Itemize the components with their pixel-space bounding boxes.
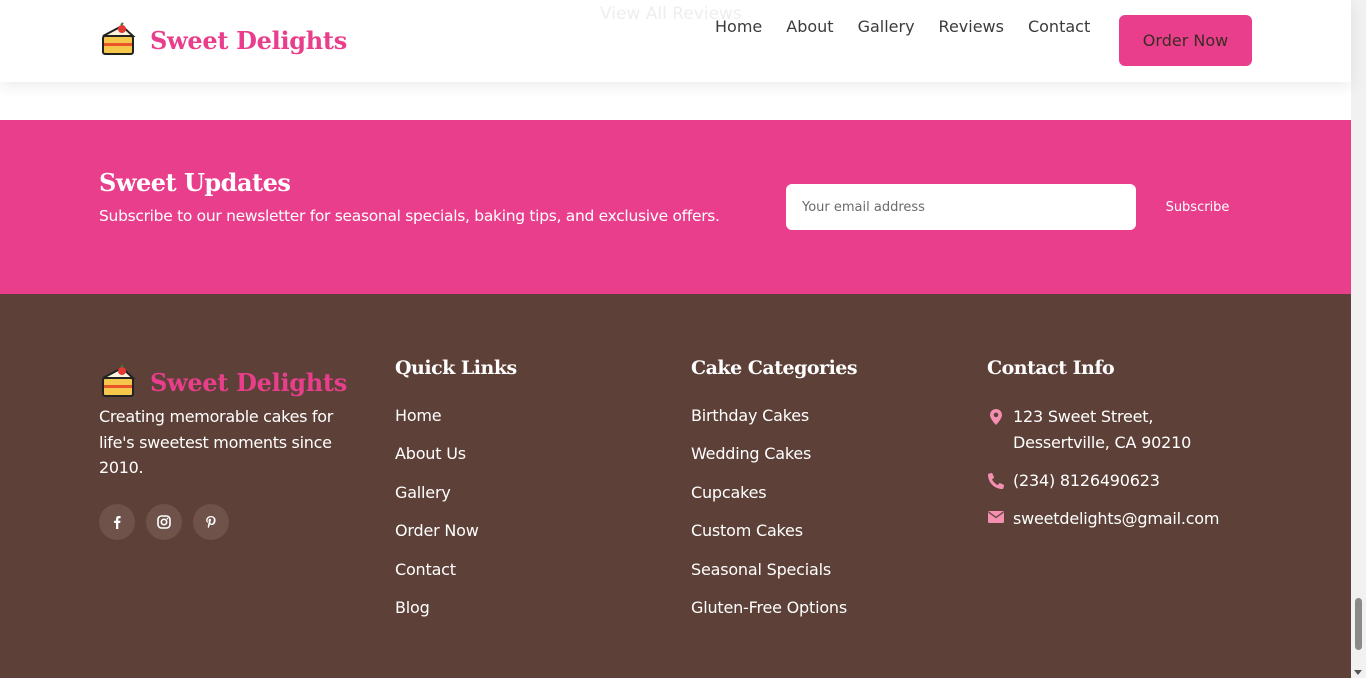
quick-link-contact[interactable]: Contact bbox=[395, 560, 479, 598]
quick-link-blog[interactable]: Blog bbox=[395, 598, 479, 636]
site-header: View All Reviews Sweet Delights Home Abo… bbox=[0, 0, 1351, 82]
quick-link-order[interactable]: Order Now bbox=[395, 521, 479, 559]
page-scrollbar[interactable] bbox=[1351, 0, 1366, 678]
quick-link-home[interactable]: Home bbox=[395, 406, 479, 444]
facebook-icon bbox=[114, 516, 121, 529]
subscribe-button[interactable]: Subscribe bbox=[1150, 184, 1245, 230]
category-cupcakes[interactable]: Cupcakes bbox=[691, 483, 847, 521]
map-pin-icon bbox=[987, 404, 1005, 425]
instagram-link[interactable] bbox=[146, 504, 182, 540]
email-input[interactable] bbox=[786, 184, 1136, 230]
category-birthday[interactable]: Birthday Cakes bbox=[691, 406, 847, 444]
cake-logo-icon bbox=[102, 22, 136, 55]
nav-contact[interactable]: Contact bbox=[1028, 17, 1090, 36]
contact-email: sweetdelights@gmail.com bbox=[987, 506, 1219, 532]
facebook-link[interactable] bbox=[99, 504, 135, 540]
quick-links-list: Home About Us Gallery Order Now Contact … bbox=[395, 406, 479, 636]
header-brand[interactable]: Sweet Delights bbox=[100, 22, 347, 58]
contact-address: 123 Sweet Street, Dessertville, CA 90210 bbox=[987, 404, 1253, 455]
nav-home[interactable]: Home bbox=[715, 17, 762, 36]
newsletter-section: Sweet Updates Subscribe to our newslette… bbox=[0, 120, 1351, 294]
social-links bbox=[99, 504, 240, 540]
scroll-down-arrow-icon[interactable] bbox=[1354, 670, 1362, 675]
site-footer: Sweet Delights Creating memorable cakes … bbox=[0, 294, 1351, 678]
main-nav: Home About Gallery Reviews Contact bbox=[715, 17, 1114, 36]
category-wedding[interactable]: Wedding Cakes bbox=[691, 444, 847, 482]
cake-categories-list: Birthday Cakes Wedding Cakes Cupcakes Cu… bbox=[691, 406, 847, 636]
category-gluten-free[interactable]: Gluten-Free Options bbox=[691, 598, 847, 636]
quick-links-title: Quick Links bbox=[395, 357, 517, 379]
email-text: sweetdelights@gmail.com bbox=[1013, 509, 1220, 528]
phone-text: (234) 8126490623 bbox=[1013, 471, 1160, 490]
pinterest-link[interactable] bbox=[193, 504, 229, 540]
category-custom[interactable]: Custom Cakes bbox=[691, 521, 847, 559]
nav-gallery[interactable]: Gallery bbox=[858, 17, 915, 36]
address-text: 123 Sweet Street, Dessertville, CA 90210 bbox=[1013, 407, 1192, 452]
envelope-icon bbox=[987, 506, 1005, 523]
footer-brand-name: Sweet Delights bbox=[150, 367, 347, 397]
brand-name: Sweet Delights bbox=[150, 25, 347, 55]
nav-reviews[interactable]: Reviews bbox=[939, 17, 1004, 36]
contact-info-title: Contact Info bbox=[987, 357, 1115, 379]
quick-link-about[interactable]: About Us bbox=[395, 444, 479, 482]
nav-about[interactable]: About bbox=[786, 17, 833, 36]
cake-logo-icon bbox=[102, 364, 136, 397]
instagram-icon bbox=[157, 515, 171, 529]
category-seasonal[interactable]: Seasonal Specials bbox=[691, 560, 847, 598]
scrollbar-thumb[interactable] bbox=[1355, 598, 1362, 650]
order-now-button[interactable]: Order Now bbox=[1119, 15, 1252, 66]
newsletter-text: Subscribe to our newsletter for seasonal… bbox=[99, 207, 720, 225]
phone-icon bbox=[987, 468, 1005, 489]
footer-about-text: Creating memorable cakes for life's swee… bbox=[99, 407, 334, 477]
cake-categories-title: Cake Categories bbox=[691, 357, 858, 379]
footer-brand[interactable]: Sweet Delights bbox=[100, 364, 347, 400]
pinterest-icon bbox=[206, 516, 216, 529]
contact-phone: (234) 8126490623 bbox=[987, 468, 1160, 494]
quick-link-gallery[interactable]: Gallery bbox=[395, 483, 479, 521]
newsletter-title: Sweet Updates bbox=[99, 168, 291, 197]
